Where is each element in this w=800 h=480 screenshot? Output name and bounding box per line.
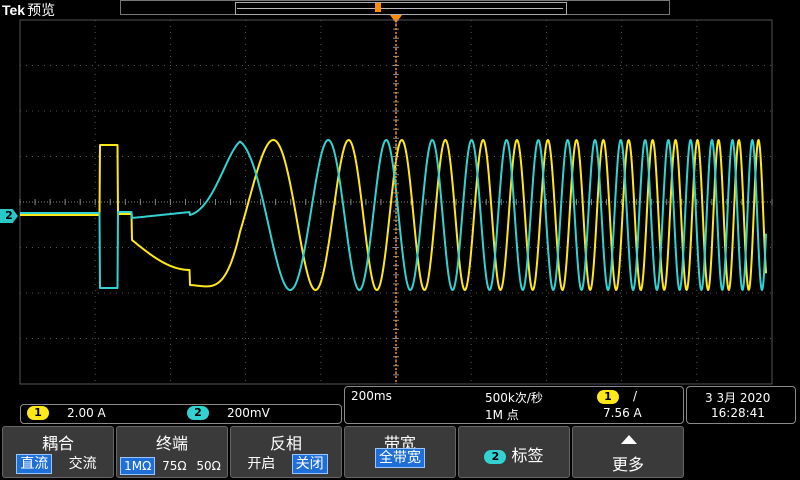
label-channel-badge: 2 (484, 449, 507, 464)
timebase-readout[interactable]: 200ms 500k次/秒 1M 点 1 / 7.56 A (344, 386, 684, 424)
invert-off-option[interactable]: 关闭 (291, 454, 328, 474)
label-menu[interactable]: 2 标签 (458, 426, 570, 478)
record-length: 1M 点 (485, 408, 519, 422)
ch1-badge: 1 (27, 406, 49, 420)
invert-menu[interactable]: 反相 开启 关闭 (230, 426, 342, 478)
coupling-dc-option[interactable]: 直流 (16, 454, 53, 474)
sample-rate: 500k次/秒 (485, 391, 543, 405)
ch2-badge: 2 (187, 406, 209, 420)
ch2-waveform (19, 139, 767, 291)
coupling-ac-option[interactable]: 交流 (66, 455, 100, 473)
more-menu[interactable]: 更多 (572, 426, 684, 478)
trigger-slope: / (633, 389, 638, 403)
time-display: 16:28:41 (711, 406, 765, 420)
termination-50-option[interactable]: 50Ω (193, 458, 223, 474)
ch2-scale: 200mV (227, 406, 270, 420)
channel-readout[interactable]: 1 2.00 A 2 200mV (20, 404, 342, 424)
date-display: 3 3月 2020 (705, 391, 771, 405)
invert-title: 反相 (269, 434, 302, 453)
bandwidth-menu[interactable]: 带宽 全带宽 (344, 426, 456, 478)
clock-readout[interactable]: 3 3月 2020 16:28:41 (686, 386, 796, 424)
invert-on-option[interactable]: 开启 (244, 455, 278, 473)
waveforms (19, 139, 767, 291)
termination-menu[interactable]: 终端 1MΩ 75Ω 50Ω (116, 426, 228, 478)
coupling-title: 耦合 (41, 434, 74, 453)
termination-75-option[interactable]: 75Ω (159, 458, 189, 474)
oscilloscope-screen: Tek 预览 2 1 2.00 A 2 200mV 200ms 500k次/秒 1… (0, 0, 800, 480)
horizontal-scale: 200ms (351, 389, 392, 403)
trigger-source-badge: 1 (597, 390, 619, 404)
ch1-scale: 2.00 A (67, 406, 106, 420)
more-up-icon (621, 435, 637, 444)
trigger-level: 7.56 A (603, 406, 642, 420)
bandwidth-value[interactable]: 全带宽 (375, 448, 425, 468)
termination-1m-option[interactable]: 1MΩ (120, 457, 156, 475)
label-title: 标签 (511, 446, 544, 465)
termination-title: 终端 (155, 434, 188, 453)
more-title: 更多 (611, 455, 644, 474)
coupling-menu[interactable]: 耦合 直流 交流 (2, 426, 114, 478)
